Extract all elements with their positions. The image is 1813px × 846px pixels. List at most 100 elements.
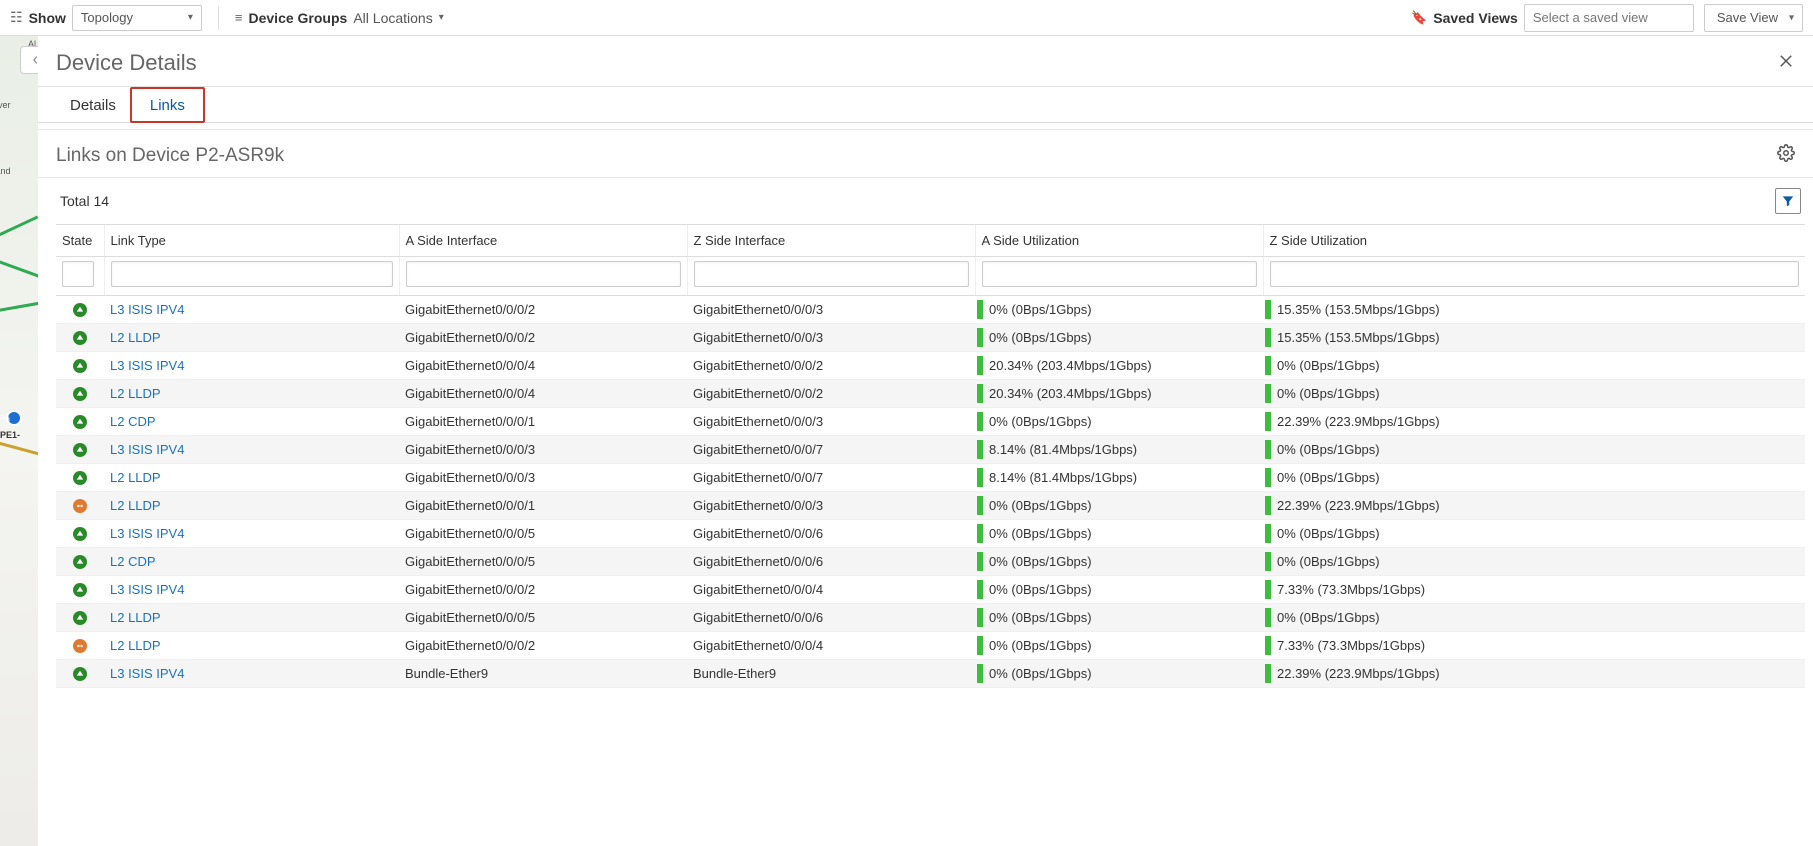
utilization-bar — [1265, 440, 1271, 459]
settings-button[interactable] — [1777, 144, 1795, 167]
filter-z-if-input[interactable] — [694, 261, 969, 287]
col-state-header[interactable]: State — [56, 225, 104, 257]
utilization-text: 7.33% (73.3Mbps/1Gbps) — [1277, 582, 1425, 597]
z-side-utilization-cell: 0% (0Bps/1Gbps) — [1263, 464, 1805, 492]
z-side-utilization-cell: 0% (0Bps/1Gbps) — [1263, 436, 1805, 464]
map-region-label: ouver — [0, 100, 11, 110]
filter-button[interactable] — [1775, 188, 1801, 214]
utilization-bar — [977, 608, 983, 627]
col-z-if-header[interactable]: Z Side Interface — [687, 225, 975, 257]
table-row[interactable]: L2 LLDPGigabitEthernet0/0/0/1GigabitEthe… — [56, 492, 1805, 520]
col-a-util-header[interactable]: A Side Utilization — [975, 225, 1263, 257]
tab-links[interactable]: Links — [130, 87, 205, 123]
sub-header: Links on Device P2-ASR9k — [38, 129, 1813, 178]
z-side-interface-cell: GigabitEthernet0/0/0/7 — [687, 436, 975, 464]
state-cell — [56, 408, 104, 436]
table-row[interactable]: L2 CDPGigabitEthernet0/0/0/1GigabitEther… — [56, 408, 1805, 436]
a-side-utilization-cell: 8.14% (81.4Mbps/1Gbps) — [975, 436, 1263, 464]
link-type-cell[interactable]: L2 LLDP — [104, 604, 399, 632]
link-type-cell[interactable]: L2 LLDP — [104, 324, 399, 352]
utilization-text: 15.35% (153.5Mbps/1Gbps) — [1277, 302, 1440, 317]
tab-details[interactable]: Details — [56, 87, 130, 122]
table-row[interactable]: L2 LLDPGigabitEthernet0/0/0/5GigabitEthe… — [56, 604, 1805, 632]
utilization-text: 0% (0Bps/1Gbps) — [989, 554, 1092, 569]
utilization-bar — [1265, 300, 1271, 319]
chevron-down-icon: ▾ — [188, 12, 193, 23]
link-type-cell[interactable]: L2 CDP — [104, 548, 399, 576]
utilization-text: 0% (0Bps/1Gbps) — [1277, 554, 1380, 569]
arrow-up-icon — [73, 303, 87, 317]
utilization-text: 8.14% (81.4Mbps/1Gbps) — [989, 470, 1137, 485]
link-type-cell[interactable]: L2 LLDP — [104, 464, 399, 492]
link-type-cell[interactable]: L2 LLDP — [104, 632, 399, 660]
link-type-cell[interactable]: L3 ISIS IPV4 — [104, 520, 399, 548]
a-side-utilization-cell: 0% (0Bps/1Gbps) — [975, 660, 1263, 688]
table-row[interactable]: L2 LLDPGigabitEthernet0/0/0/2GigabitEthe… — [56, 632, 1805, 660]
col-linktype-header[interactable]: Link Type — [104, 225, 399, 257]
link-type-cell[interactable]: L3 ISIS IPV4 — [104, 660, 399, 688]
table-row[interactable]: L3 ISIS IPV4GigabitEthernet0/0/0/4Gigabi… — [56, 352, 1805, 380]
saved-views-input[interactable] — [1524, 4, 1694, 32]
link-type-cell[interactable]: L3 ISIS IPV4 — [104, 352, 399, 380]
z-side-utilization-cell: 7.33% (73.3Mbps/1Gbps) — [1263, 576, 1805, 604]
arrow-up-icon — [73, 583, 87, 597]
a-side-interface-cell: GigabitEthernet0/0/0/3 — [399, 436, 687, 464]
a-side-interface-cell: GigabitEthernet0/0/0/4 — [399, 352, 687, 380]
filter-a-if-input[interactable] — [406, 261, 681, 287]
utilization-text: 0% (0Bps/1Gbps) — [989, 638, 1092, 653]
table-row[interactable]: L3 ISIS IPV4GigabitEthernet0/0/0/5Gigabi… — [56, 520, 1805, 548]
show-select[interactable]: Topology ▾ — [72, 5, 202, 31]
link-type-cell[interactable]: L2 CDP — [104, 408, 399, 436]
table-row[interactable]: L2 LLDPGigabitEthernet0/0/0/2GigabitEthe… — [56, 324, 1805, 352]
table-row[interactable]: L2 LLDPGigabitEthernet0/0/0/3GigabitEthe… — [56, 464, 1805, 492]
map-link-line — [0, 302, 38, 314]
link-type-cell[interactable]: L3 ISIS IPV4 — [104, 576, 399, 604]
table-row[interactable]: L2 CDPGigabitEthernet0/0/0/5GigabitEther… — [56, 548, 1805, 576]
z-side-utilization-cell: 0% (0Bps/1Gbps) — [1263, 604, 1805, 632]
utilization-bar — [1265, 524, 1271, 543]
utilization-text: 20.34% (203.4Mbps/1Gbps) — [989, 386, 1152, 401]
collapse-panel-button[interactable] — [20, 46, 38, 74]
utilization-text: 0% (0Bps/1Gbps) — [989, 582, 1092, 597]
arrow-up-icon — [73, 471, 87, 485]
table-header-row: State Link Type A Side Interface Z Side … — [56, 225, 1805, 257]
table-row[interactable]: L3 ISIS IPV4Bundle-Ether9Bundle-Ether90%… — [56, 660, 1805, 688]
list-icon: ≡ — [235, 10, 243, 25]
utilization-bar — [977, 496, 983, 515]
utilization-text: 0% (0Bps/1Gbps) — [1277, 526, 1380, 541]
utilization-bar — [1265, 580, 1271, 599]
table-row[interactable]: L3 ISIS IPV4GigabitEthernet0/0/0/3Gigabi… — [56, 436, 1805, 464]
arrow-up-icon — [73, 359, 87, 373]
state-cell — [56, 296, 104, 324]
z-side-interface-cell: GigabitEthernet0/0/0/3 — [687, 296, 975, 324]
device-groups-selector[interactable]: ≡ Device Groups All Locations ▾ — [235, 10, 444, 26]
a-side-interface-cell: GigabitEthernet0/0/0/2 — [399, 324, 687, 352]
z-side-utilization-cell: 0% (0Bps/1Gbps) — [1263, 352, 1805, 380]
col-a-if-header[interactable]: A Side Interface — [399, 225, 687, 257]
link-type-cell[interactable]: L2 LLDP — [104, 380, 399, 408]
gear-icon — [1777, 144, 1795, 162]
save-view-button[interactable]: Save View ▾ — [1704, 4, 1803, 32]
z-side-interface-cell: GigabitEthernet0/0/0/3 — [687, 324, 975, 352]
utilization-text: 0% (0Bps/1Gbps) — [989, 526, 1092, 541]
a-side-utilization-cell: 0% (0Bps/1Gbps) — [975, 408, 1263, 436]
filter-linktype-input[interactable] — [111, 261, 393, 287]
link-type-cell[interactable]: L2 LLDP — [104, 492, 399, 520]
table-row[interactable]: L3 ISIS IPV4GigabitEthernet0/0/0/2Gigabi… — [56, 576, 1805, 604]
link-type-cell[interactable]: L3 ISIS IPV4 — [104, 436, 399, 464]
filter-state-input[interactable] — [62, 261, 94, 287]
chevron-down-icon: ▾ — [1789, 12, 1794, 23]
col-z-util-header[interactable]: Z Side Utilization — [1263, 225, 1805, 257]
filter-a-util-input[interactable] — [982, 261, 1257, 287]
a-side-utilization-cell: 0% (0Bps/1Gbps) — [975, 632, 1263, 660]
z-side-interface-cell: GigabitEthernet0/0/0/3 — [687, 408, 975, 436]
utilization-bar — [1265, 636, 1271, 655]
table-row[interactable]: L3 ISIS IPV4GigabitEthernet0/0/0/2Gigabi… — [56, 296, 1805, 324]
utilization-text: 22.39% (223.9Mbps/1Gbps) — [1277, 414, 1440, 429]
a-side-utilization-cell: 0% (0Bps/1Gbps) — [975, 324, 1263, 352]
link-type-cell[interactable]: L3 ISIS IPV4 — [104, 296, 399, 324]
filter-z-util-input[interactable] — [1270, 261, 1800, 287]
table-row[interactable]: L2 LLDPGigabitEthernet0/0/0/4GigabitEthe… — [56, 380, 1805, 408]
close-button[interactable] — [1777, 50, 1795, 76]
map-strip[interactable]: Al ouver rtland Fra PE1- — [0, 36, 38, 846]
